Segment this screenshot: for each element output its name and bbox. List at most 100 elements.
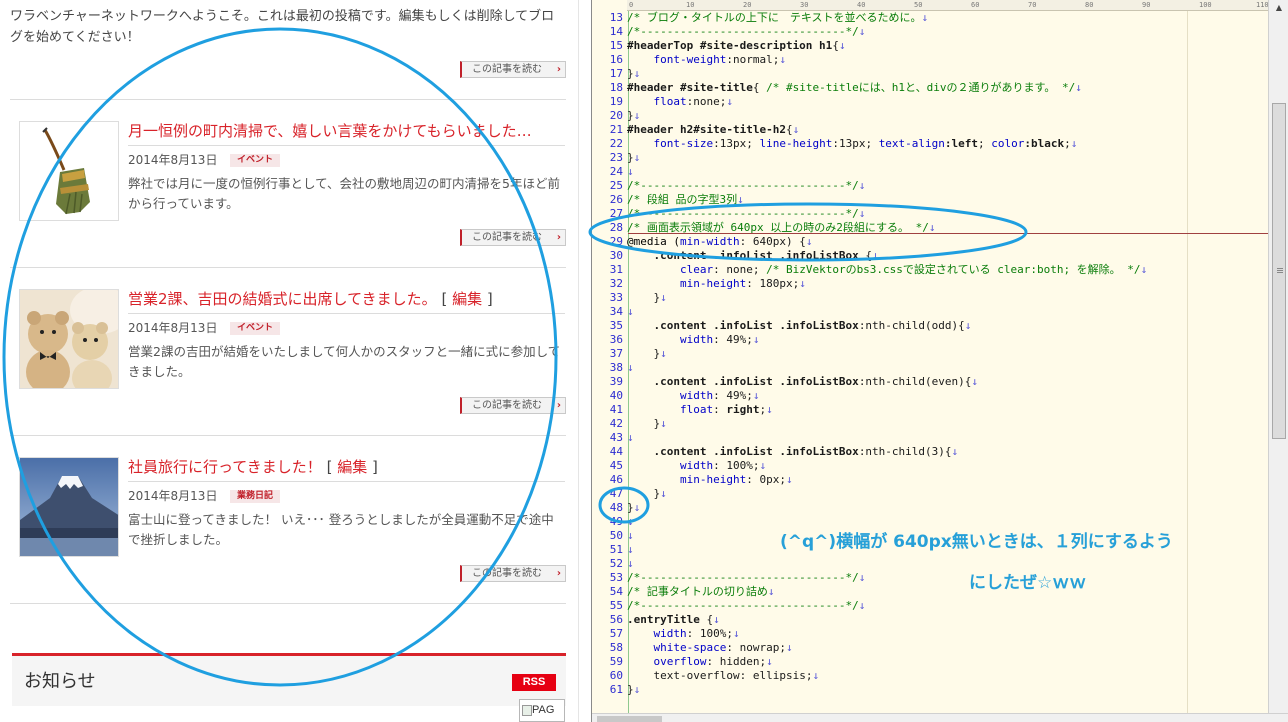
code-token: :13px;	[713, 137, 760, 150]
code-line[interactable]: 59 overflow: hidden;↓	[592, 655, 1268, 669]
category-badge[interactable]: イベント	[230, 322, 281, 335]
post-title-text[interactable]: 営業2課、吉田の結婚式に出席してきました。	[128, 290, 437, 308]
code-line[interactable]: 53/*-------------------------------*/↓	[592, 571, 1268, 585]
code-token: width	[679, 389, 714, 402]
read-more-button[interactable]: この記事を読む ›	[460, 61, 566, 78]
code-line[interactable]: 36 width: 49%;↓	[592, 333, 1268, 347]
rss-button[interactable]: RSS	[512, 674, 556, 691]
code-line[interactable]: 54/* 記事タイトルの切り詰め↓	[592, 585, 1268, 599]
edit-link[interactable]: [ 編集 ]	[441, 290, 492, 308]
teddy-bears-photo[interactable]	[19, 289, 119, 389]
code-line[interactable]: 44 .content .infoList .infoListBox:nth-c…	[592, 445, 1268, 459]
read-more-button[interactable]: この記事を読む ›	[460, 397, 566, 414]
ruler-mark: 50	[914, 1, 923, 9]
code-line[interactable]: 35 .content .infoList .infoListBox:nth-c…	[592, 319, 1268, 333]
mount-fuji-photo[interactable]	[19, 457, 119, 557]
code-editor[interactable]: 0 10 20 30 40 50 60 70 80 90 100 110 13/* ブログ・タイトルの…	[591, 0, 1288, 722]
code-line[interactable]: 18 #header #site-title{ /* #site-titleには、…	[592, 81, 1268, 95]
code-line[interactable]: 60 text-overflow: ellipsis;↓	[592, 669, 1268, 683]
code-line[interactable]: 56 .entryTitle {↓	[592, 613, 1268, 627]
code-line[interactable]: 22 font-size:13px; line-height:13px; tex…	[592, 137, 1268, 151]
code-line[interactable]: 31 clear: none; /* BizVektorのbs3.cssで設定さ…	[592, 263, 1268, 277]
code-content: width: 49%;↓	[625, 389, 760, 403]
code-token: .content .infoList .infoListBox	[653, 319, 859, 332]
code-content: font-size:13px; line-height:13px; text-a…	[625, 137, 1078, 151]
code-line[interactable]: 40 width: 49%;↓	[592, 389, 1268, 403]
post-title[interactable]: 月一恒例の町内清掃で、嬉しい言葉をかけてもらいました…	[128, 121, 564, 141]
code-token: min-height	[679, 473, 747, 486]
line-number: 27	[609, 207, 623, 220]
read-more-button[interactable]: この記事を読む ›	[460, 229, 566, 246]
code-content: .content .infoList .infoListBox {↓	[625, 249, 879, 263]
code-line[interactable]: 61}↓	[592, 683, 1268, 697]
edit-label[interactable]: 編集	[337, 458, 367, 476]
code-line[interactable]: 37 }↓	[592, 347, 1268, 361]
read-more-button[interactable]: この記事を読む ›	[460, 565, 566, 582]
code-line[interactable]: 27/*-------------------------------*/↓	[592, 207, 1268, 221]
edit-label[interactable]: 編集	[452, 290, 482, 308]
code-line[interactable]: 26/* 段組 品の字型3列↓	[592, 193, 1268, 207]
code-line[interactable]: 41 float: right;↓	[592, 403, 1268, 417]
code-line[interactable]: 15 #headerTop #site-description h1{↓	[592, 39, 1268, 53]
code-line[interactable]: 13/* ブログ・タイトルの上下に テキストを並べるために。↓	[592, 11, 1268, 25]
line-return-icon: ↓	[766, 403, 773, 416]
code-line[interactable]: 16 font-weight:normal;↓	[592, 53, 1268, 67]
post-title[interactable]: 営業2課、吉田の結婚式に出席してきました。 [ 編集 ]	[128, 289, 564, 309]
code-token: }	[627, 501, 634, 514]
scrollbar-thumb[interactable]	[597, 716, 662, 722]
line-return-icon: ↓	[660, 417, 667, 430]
code-token: .content .infoList .infoListBox	[653, 375, 859, 388]
code-line[interactable]: 47 }↓	[592, 487, 1268, 501]
line-number: 33	[609, 291, 623, 304]
code-line[interactable]: 24 ↓	[592, 165, 1268, 179]
code-line[interactable]: 43 ↓	[592, 431, 1268, 445]
chevron-right-icon: ›	[556, 64, 561, 75]
post-title-text[interactable]: 社員旅行に行ってきました！	[128, 458, 322, 476]
code-text-area[interactable]: 13/* ブログ・タイトルの上下に テキストを並べるために。↓ 14/*-----…	[592, 11, 1268, 713]
vertical-scrollbar[interactable]: ▲	[1268, 0, 1288, 713]
code-line[interactable]: 17}↓	[592, 67, 1268, 81]
code-token: : 49%;	[713, 389, 753, 402]
edit-link[interactable]: [ 編集 ]	[327, 458, 378, 476]
line-number: 60	[609, 669, 623, 682]
line-number: 54	[609, 585, 623, 598]
code-line[interactable]: 19 float:none;↓	[592, 95, 1268, 109]
broom-icon[interactable]	[19, 121, 119, 221]
category-badge[interactable]: 業務日記	[230, 490, 281, 503]
broken-image-icon[interactable]: PAG	[519, 699, 565, 722]
category-badge[interactable]: イベント	[230, 154, 281, 167]
code-line[interactable]: 25/*-------------------------------*/↓	[592, 179, 1268, 193]
code-line[interactable]: 58 white-space: nowrap;↓	[592, 641, 1268, 655]
code-line[interactable]: 23}↓	[592, 151, 1268, 165]
code-line[interactable]: 21 #header h2#site-title-h2{↓	[592, 123, 1268, 137]
code-token: }	[627, 417, 661, 430]
post-title[interactable]: 社員旅行に行ってきました！ [ 編集 ]	[128, 457, 564, 477]
line-number: 19	[609, 95, 623, 108]
line-number: 43	[609, 431, 623, 444]
code-line[interactable]: 55/*-------------------------------*/↓	[592, 599, 1268, 613]
code-content: }↓	[625, 347, 666, 361]
code-content: }↓	[625, 417, 667, 431]
code-line[interactable]: 38 ↓	[592, 361, 1268, 375]
code-line[interactable]: 33 }↓	[592, 291, 1268, 305]
code-line[interactable]: 48}↓	[592, 501, 1268, 515]
horizontal-scrollbar[interactable]	[592, 713, 1288, 722]
code-line[interactable]: 39 .content .infoList .infoListBox:nth-c…	[592, 375, 1268, 389]
code-line[interactable]: 34 ↓	[592, 305, 1268, 319]
code-line[interactable]: 52 ↓	[592, 557, 1268, 571]
code-line[interactable]: 32 min-height: 180px;↓	[592, 277, 1268, 291]
code-line[interactable]: 30 .content .infoList .infoListBox {↓	[592, 249, 1268, 263]
code-token: color	[991, 137, 1025, 150]
code-line[interactable]: 46 min-height: 0px;↓	[592, 473, 1268, 487]
line-return-icon: ↓	[785, 641, 793, 654]
code-line[interactable]: 57 width: 100%;↓	[592, 627, 1268, 641]
scroll-up-icon[interactable]: ▲	[1269, 0, 1288, 16]
code-line[interactable]: 42 }↓	[592, 417, 1268, 431]
code-line[interactable]: 14/*-------------------------------*/↓	[592, 25, 1268, 39]
code-line[interactable]: 45 width: 100%;↓	[592, 459, 1268, 473]
scrollbar-thumb[interactable]	[1272, 103, 1286, 439]
code-token: : nowrap;	[726, 641, 786, 654]
code-line[interactable]: 29 @media (min-width: 640px) {↓	[592, 235, 1268, 249]
code-line[interactable]: 20}↓	[592, 109, 1268, 123]
